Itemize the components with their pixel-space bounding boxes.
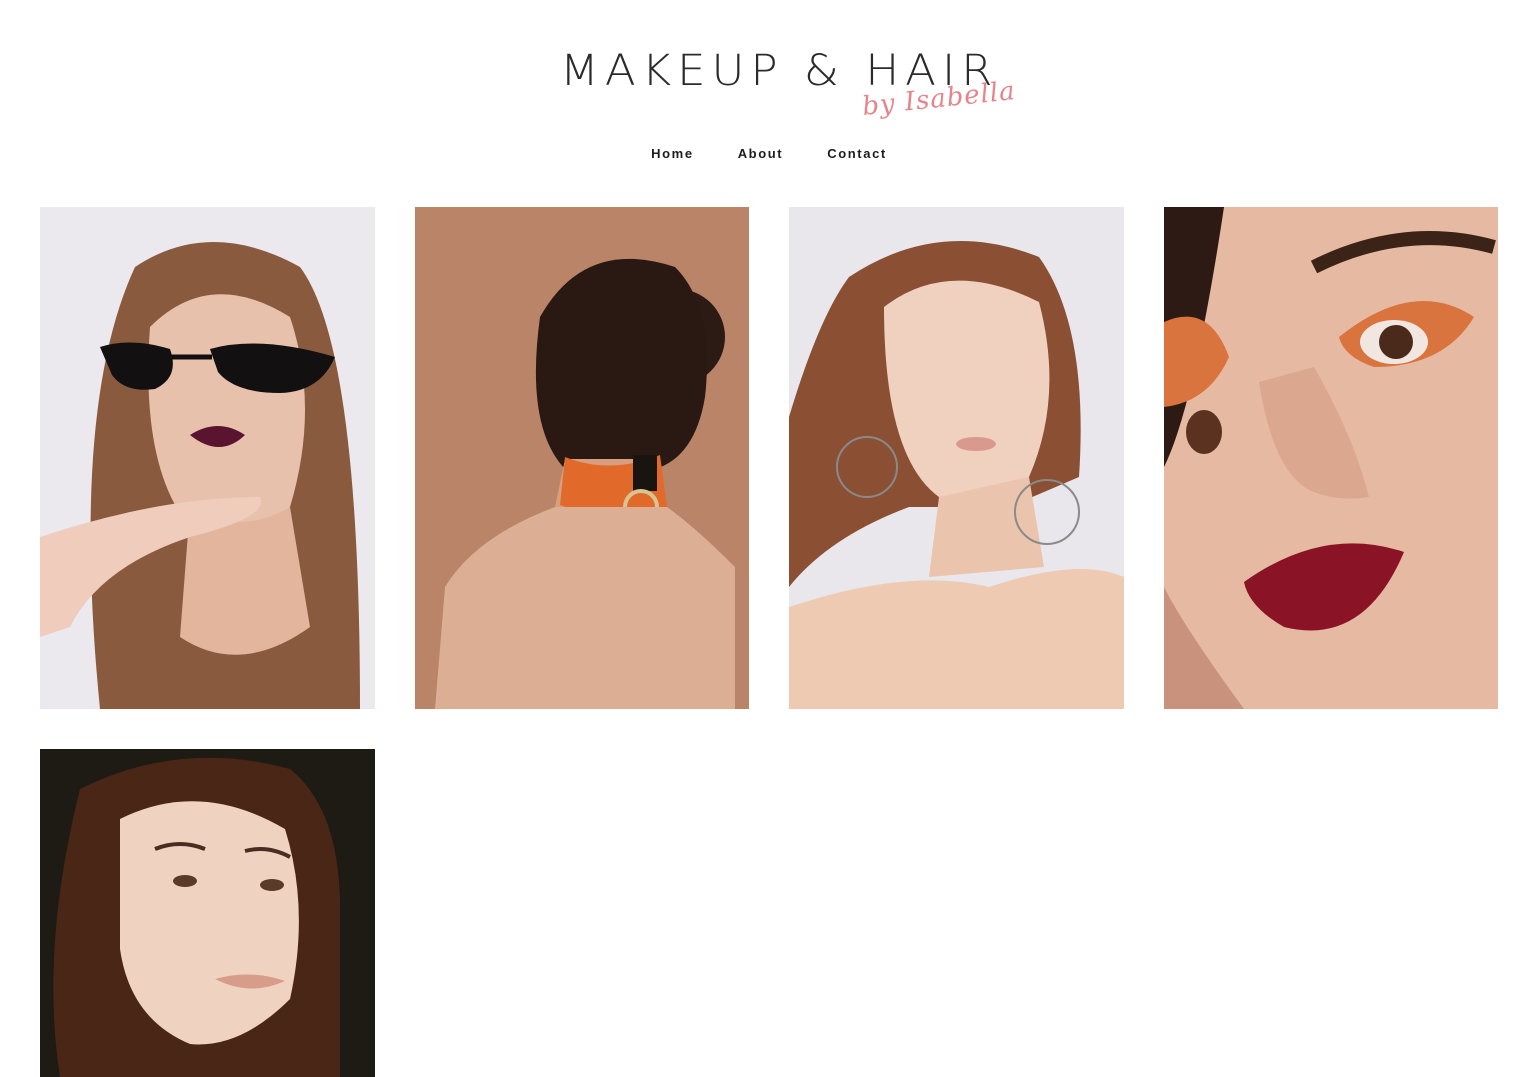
gallery-photo-5[interactable] <box>40 749 375 1077</box>
nav-link-home[interactable]: Home <box>629 144 716 163</box>
main-navigation: Home About Contact <box>0 144 1538 163</box>
photo-natural-makeup-portrait <box>40 749 375 1077</box>
nav-link-contact[interactable]: Contact <box>805 144 909 163</box>
photo-orange-eyeshadow-closeup <box>1164 207 1498 709</box>
gallery-photo-4[interactable] <box>1164 207 1498 709</box>
nav-item-home: Home <box>629 144 716 163</box>
nav-item-about: About <box>716 144 806 163</box>
gallery-photo-1[interactable] <box>40 207 375 709</box>
photo-bun-collar <box>415 207 749 709</box>
nav-list: Home About Contact <box>629 144 909 163</box>
site-logo[interactable]: MAKEUP & HAIR by Isabella <box>540 36 1017 132</box>
site-header: MAKEUP & HAIR by Isabella Home About Con… <box>0 0 1538 200</box>
photo-sunglasses-portrait <box>40 207 375 709</box>
gallery-photo-3[interactable] <box>789 207 1124 709</box>
nav-item-contact: Contact <box>805 144 909 163</box>
gallery-photo-2[interactable] <box>415 207 749 709</box>
photo-wire-earrings <box>789 207 1124 709</box>
nav-link-about[interactable]: About <box>716 144 806 163</box>
